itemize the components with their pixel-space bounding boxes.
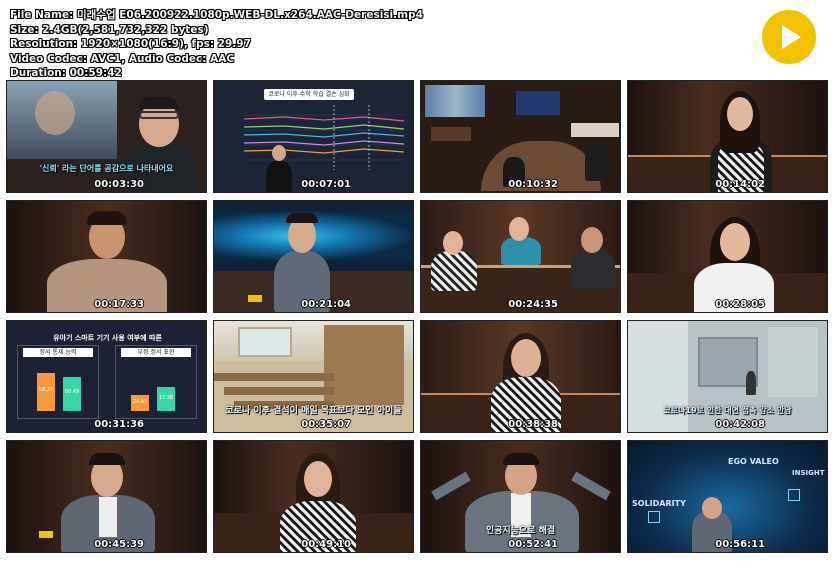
timestamp: 00:42:08 [715,419,765,430]
timestamp: 00:49:10 [301,539,351,550]
timestamp: 00:28:05 [715,299,765,310]
thumbnail-6[interactable]: 00:21:04 [213,200,414,313]
chart-title: 코로나 이후 수학 학습 결손 심화 [264,89,354,100]
bar-value: 17.30 [158,395,174,401]
duration: Duration: 00:59:42 [10,67,122,79]
bar-value: 50.49 [64,389,80,395]
timestamp: 00:07:01 [301,179,351,190]
timestamp: 00:52:41 [508,539,558,550]
thumbnail-13[interactable]: 00:45:39 [6,440,207,553]
file-name: File Name: 미래수업 E06.200922.1080p.WEB-DL.… [10,9,423,21]
timestamp: 00:24:35 [508,299,558,310]
thumbnail-15[interactable]: 인공지능으로 해결 00:52:41 [420,440,621,553]
thumbnail-5[interactable]: 00:17:33 [6,200,207,313]
thumbnail-16[interactable]: EGO VALEO INSIGHT SOLIDARITY 00:56:11 [627,440,828,553]
thumbnail-2[interactable]: 코로나 이후 수학 학습 결손 심화 00:07:01 [213,80,414,193]
subtitle: 코로나19로 인한 대면 접촉 감소 만남 [663,406,792,415]
word-ego-valeo: EGO VALEO [728,457,779,466]
timestamp: 00:31:36 [94,419,144,430]
thumbnail-4[interactable]: 00:14:02 [627,80,828,193]
subtitle: '신뢰' 라는 단어를 공감으로 나타내어요 [39,164,174,173]
thumbnail-12[interactable]: 코로나19로 인한 대면 접촉 감소 만남 00:42:08 [627,320,828,433]
subtitle: 인공지능으로 해결 [485,526,556,536]
chart-label-1: 정서 통제 능력 [23,348,93,357]
thumbnail-10[interactable]: 코로나 이후 결석이 매일 목표보다 모인 아이들 00:35:07 [213,320,414,433]
timestamp: 00:17:33 [94,299,144,310]
word-solidarity: SOLIDARITY [632,499,686,508]
word-insight: INSIGHT [792,469,825,477]
play-logo-icon [762,10,816,64]
resolution: Resolution: 1920×1080(16:9), fps: 29.97 [10,38,251,50]
thumbnail-1[interactable]: '신뢰' 라는 단어를 공감으로 나타내어요 00:03:30 [6,80,207,193]
subtitle: 코로나 이후 결석이 매일 목표보다 모인 아이들 [225,406,402,416]
timestamp: 00:21:04 [301,299,351,310]
file-size: Size: 2.4GB(2,581,732,322 bytes) [10,23,209,36]
timestamp: 00:03:30 [94,179,144,190]
thumbnail-3[interactable]: 00:10:32 [420,80,621,193]
thumbnail-7[interactable]: 00:24:35 [420,200,621,313]
bar-value: 58.27 [38,387,54,393]
timestamp: 00:56:11 [715,539,765,550]
file-info: File Name: 미래수업 E06.200922.1080p.WEB-DL.… [10,8,423,81]
timestamp: 00:10:32 [508,179,558,190]
thumbnail-grid: '신뢰' 라는 단어를 공감으로 나타내어요 00:03:30 코로나 이후 수… [6,80,828,553]
timestamp: 00:14:02 [715,179,765,190]
thumbnail-9[interactable]: 유아기 스마트 기기 사용 여부에 따른 정서 통제 능력 부정 정서 표현 5… [6,320,207,433]
bar-value: 24.67 [132,399,148,405]
thumbnail-8[interactable]: 00:28:05 [627,200,828,313]
timestamp: 00:38:38 [508,419,558,430]
timestamp: 00:45:39 [94,539,144,550]
timestamp: 00:35:07 [301,419,351,430]
thumbnail-11[interactable]: 00:38:38 [420,320,621,433]
chart-label-2: 부정 정서 표현 [121,348,191,357]
codec: Video Codec: AVC1, Audio Codec: AAC [10,52,235,65]
chart-heading: 유아기 스마트 기기 사용 여부에 따른 [53,334,162,342]
thumbnail-14[interactable]: 00:49:10 [213,440,414,553]
